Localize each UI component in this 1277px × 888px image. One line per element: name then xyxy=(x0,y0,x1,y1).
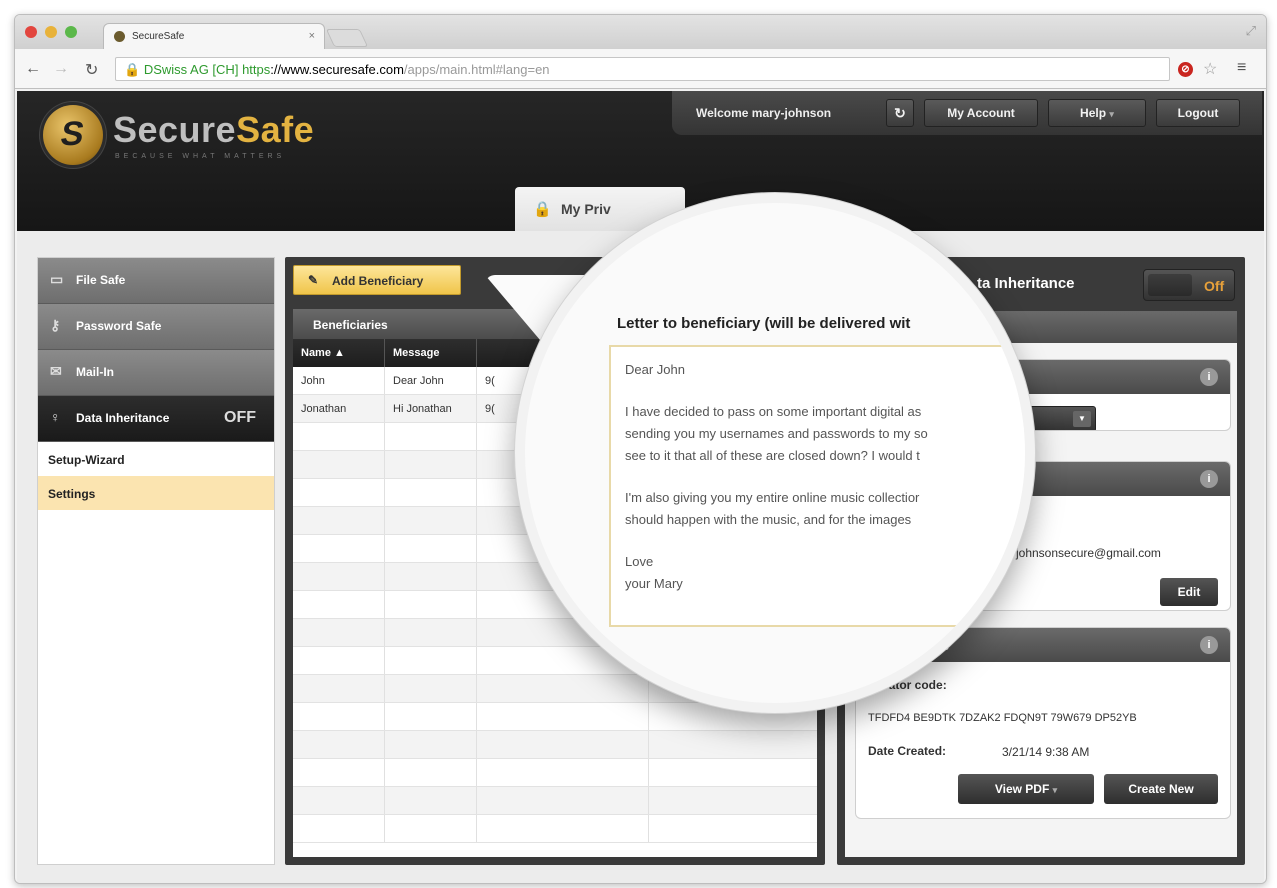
cell-name: John xyxy=(293,367,385,394)
refresh-icon: ↻ xyxy=(894,105,906,121)
url-host: ://www.securesafe.com xyxy=(270,62,404,77)
mail-icon: ✉ xyxy=(50,363,62,379)
brand-logo: SecureSafe xyxy=(113,109,315,150)
url-bar[interactable]: 🔒 DSwiss AG [CH] https://www.securesafe.… xyxy=(115,57,1170,81)
add-beneficiary-label: Add Beneficiary xyxy=(332,274,424,288)
data-inheritance-toggle[interactable]: Off xyxy=(1143,269,1235,301)
url-scheme: https xyxy=(242,62,271,77)
empty-row xyxy=(293,759,817,787)
cell-message: Hi Jonathan xyxy=(385,395,477,422)
add-beneficiary-button[interactable]: ✎ Add Beneficiary xyxy=(293,265,461,295)
sidebar-item-label: File Safe xyxy=(76,273,126,287)
letter-line: sending you my usernames and passwords t… xyxy=(625,426,928,441)
magnifier-lens: Letter to beneficiary (will be delivered… xyxy=(515,193,1035,713)
browser-tab[interactable]: SecureSafe × xyxy=(103,23,325,49)
tab-bar: SecureSafe × ⤢ xyxy=(15,15,1266,49)
info-icon[interactable]: i xyxy=(1200,368,1218,386)
dropdown-icon: ▾ xyxy=(1109,109,1114,119)
tab-close-icon[interactable]: × xyxy=(309,30,315,42)
letter-line: I'm also giving you my entire online mus… xyxy=(625,490,920,505)
tab-title: SecureSafe xyxy=(132,31,185,42)
sidebar-item-data-inheritance[interactable]: ♀ Data Inheritance OFF xyxy=(38,396,274,442)
letter-textarea[interactable]: Dear John I have decided to pass on some… xyxy=(609,345,1025,627)
date-created-label: Date Created: xyxy=(868,744,947,758)
adblock-icon[interactable]: ⊘ xyxy=(1178,62,1193,77)
chevron-down-icon: ▼ xyxy=(1073,411,1091,427)
sidebar-item-label: Mail-In xyxy=(76,365,114,379)
logo-icon: S xyxy=(43,105,103,165)
url-path: /apps/main.html#lang=en xyxy=(403,62,550,77)
view-pdf-button[interactable]: View PDF ▾ xyxy=(958,774,1094,804)
view-pdf-label: View PDF xyxy=(994,782,1050,796)
add-user-icon: ✎ xyxy=(308,273,319,287)
browser-window: SecureSafe × ⤢ ← → ↻ 🔒 DSwiss AG [CH] ht… xyxy=(14,14,1267,884)
minimize-window-button[interactable] xyxy=(45,26,57,38)
empty-row xyxy=(293,815,817,843)
address-toolbar: ← → ↻ 🔒 DSwiss AG [CH] https://www.secur… xyxy=(15,49,1266,89)
dropdown-icon: ▾ xyxy=(1052,785,1058,795)
forward-icon[interactable]: → xyxy=(53,60,69,78)
my-account-button[interactable]: My Account xyxy=(924,99,1038,127)
new-tab-button[interactable] xyxy=(325,29,369,47)
letter-line: should happen with the music, and for th… xyxy=(625,512,912,527)
bulb-icon: ♀ xyxy=(50,409,61,425)
logout-button[interactable]: Logout xyxy=(1156,99,1240,127)
help-button[interactable]: Help ▾ xyxy=(1048,99,1146,127)
key-icon: ⚷ xyxy=(50,317,61,333)
cell-name: Jonathan xyxy=(293,395,385,422)
sidebar-sub-settings[interactable]: Settings xyxy=(38,476,274,510)
refresh-button[interactable]: ↻ xyxy=(886,99,914,127)
empty-row xyxy=(293,731,817,759)
welcome-text: Welcome mary-johnson xyxy=(696,106,832,120)
date-created-value: 3/21/14 9:38 AM xyxy=(1002,745,1090,759)
letter-sign-1: Love xyxy=(625,554,654,569)
lock-icon: 🔒 xyxy=(124,62,141,77)
menu-icon[interactable]: ≡ xyxy=(1237,59,1246,77)
sidebar-item-file-safe[interactable]: ▭ File Safe xyxy=(38,258,274,304)
magnifier: Letter to beneficiary (will be delivered… xyxy=(485,193,1045,723)
info-icon[interactable]: i xyxy=(1200,470,1218,488)
column-header-name[interactable]: Name ▲ xyxy=(293,339,385,367)
folder-icon: ▭ xyxy=(50,271,64,287)
toggle-knob xyxy=(1148,274,1192,296)
brand-tagline: BECAUSE WHAT MATTERS xyxy=(115,153,286,160)
back-icon[interactable]: ← xyxy=(25,60,41,78)
favicon-icon xyxy=(114,31,125,42)
sidebar: ▭ File Safe ⚷ Password Safe ✉ Mail-In ♀ … xyxy=(37,257,275,865)
status-badge: OFF xyxy=(224,409,256,426)
reload-icon[interactable]: ↻ xyxy=(85,60,98,80)
sidebar-item-mail-in[interactable]: ✉ Mail-In xyxy=(38,350,274,396)
letter-greeting: Dear John xyxy=(625,362,685,377)
fullscreen-icon[interactable]: ⤢ xyxy=(1246,23,1256,39)
zoom-window-button[interactable] xyxy=(65,26,77,38)
user-bar: Welcome mary-johnson ↻ My Account Help ▾… xyxy=(672,91,1262,135)
toggle-label: Off xyxy=(1204,278,1225,294)
column-header-message[interactable]: Message xyxy=(385,339,477,367)
info-icon[interactable]: i xyxy=(1200,636,1218,654)
create-new-button[interactable]: Create New xyxy=(1104,774,1218,804)
sidebar-item-password-safe[interactable]: ⚷ Password Safe xyxy=(38,304,274,350)
sidebar-item-label: Password Safe xyxy=(76,319,162,333)
help-label: Help xyxy=(1080,106,1107,120)
sidebar-sub-setup-wizard[interactable]: Setup-Wizard xyxy=(38,442,274,476)
close-window-button[interactable] xyxy=(25,26,37,38)
letter-title: Letter to beneficiary (will be delivered… xyxy=(617,315,911,332)
edit-button[interactable]: Edit xyxy=(1160,578,1218,606)
cell-message: Dear John xyxy=(385,367,477,394)
empty-row xyxy=(293,787,817,815)
letter-sign-2: your Mary xyxy=(625,576,683,591)
ev-certificate-label: DSwiss AG [CH] xyxy=(143,62,239,77)
letter-line: see to it that all of these are closed d… xyxy=(625,448,920,463)
sidebar-item-label: Data Inheritance xyxy=(76,411,170,425)
bookmark-star-icon[interactable]: ☆ xyxy=(1203,59,1217,79)
letter-line: I have decided to pass on some important… xyxy=(625,404,922,419)
